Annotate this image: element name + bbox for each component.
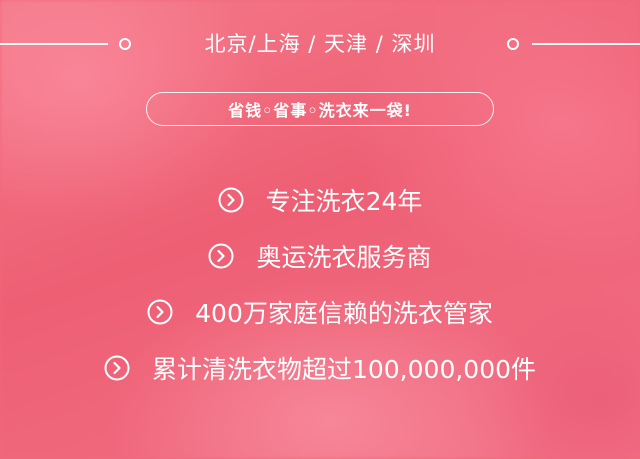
city-header: 北京/上海 / 天津 / 深圳 <box>0 22 640 66</box>
feature-list: 专注洗衣24年 奥运洗衣服务商 400万家庭信赖的洗衣管家 累计清洗衣物超过10… <box>0 172 640 396</box>
city-list: 北京/上海 / 天津 / 深圳 <box>204 32 436 56</box>
chevron-right-circle-icon <box>147 299 173 325</box>
ring-dot-right-icon <box>507 38 519 50</box>
feature-item: 累计清洗衣物超过100,000,000件 <box>0 340 640 396</box>
feature-item: 奥运洗衣服务商 <box>0 228 640 284</box>
ring-dot-left-icon <box>119 38 131 50</box>
feature-text: 400万家庭信赖的洗衣管家 <box>195 299 493 328</box>
chevron-right-circle-icon <box>218 187 244 213</box>
chevron-right-circle-icon <box>208 243 234 269</box>
divider-line-right <box>532 43 640 45</box>
divider-line-left <box>0 43 108 45</box>
slogan-text: 省钱◦省事◦洗衣来一袋! <box>228 101 412 120</box>
slogan-badge: 省钱◦省事◦洗衣来一袋! <box>146 92 494 126</box>
feature-text: 专注洗衣24年 <box>265 187 423 216</box>
feature-text: 奥运洗衣服务商 <box>256 243 432 272</box>
feature-item: 专注洗衣24年 <box>0 172 640 228</box>
chevron-right-circle-icon <box>104 355 130 381</box>
feature-text: 累计清洗衣物超过100,000,000件 <box>151 355 537 384</box>
feature-item: 400万家庭信赖的洗衣管家 <box>0 284 640 340</box>
